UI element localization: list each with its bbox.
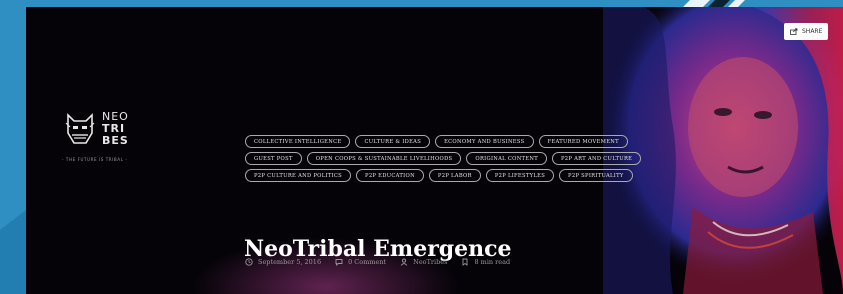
- meta-comments-text: 0 Comment: [348, 258, 387, 266]
- share-label: SHARE: [802, 28, 823, 35]
- meta-author-text: NeoTribes: [413, 258, 448, 266]
- tag-economy-business[interactable]: Economy and Business: [435, 135, 534, 148]
- tag-p2p-labor[interactable]: P2P Labor: [428, 169, 481, 182]
- logo-tagline: - THE FUTURE IS TRIBAL -: [62, 157, 128, 162]
- share-button[interactable]: SHARE: [784, 23, 829, 40]
- meta-date-text: September 5, 2016: [258, 258, 322, 266]
- tag-p2p-education[interactable]: P2P Education: [356, 169, 424, 182]
- user-icon: [400, 258, 408, 266]
- tag-p2p-art-culture[interactable]: P2P Art and Culture: [551, 152, 642, 165]
- tag-collective-intelligence[interactable]: Collective Intelligence: [245, 135, 351, 148]
- tag-p2p-culture-politics[interactable]: P2P Culture and Politics: [245, 169, 352, 182]
- meta-date: September 5, 2016: [245, 258, 321, 266]
- logo-word-bes: BES: [102, 134, 129, 147]
- tag-culture-ideas[interactable]: Culture & Ideas: [355, 135, 431, 148]
- clock-icon: [245, 258, 253, 266]
- page-frame: NEO TRI BES - THE FUTURE IS TRIBAL - SHA…: [0, 0, 843, 294]
- category-tags: Collective Intelligence Culture & Ideas …: [245, 135, 665, 182]
- meta-comments[interactable]: 0 Comment: [335, 258, 386, 266]
- share-icon: [790, 28, 798, 35]
- hero-banner: NEO TRI BES - THE FUTURE IS TRIBAL - SHA…: [26, 7, 843, 294]
- tag-original-content[interactable]: Original Content: [466, 152, 547, 165]
- tag-open-coops[interactable]: Open Coops & Sustainable Livelihoods: [306, 152, 462, 165]
- meta-author[interactable]: NeoTribes: [400, 258, 447, 266]
- article-meta: September 5, 2016 0 Comment NeoTribes 8 …: [245, 258, 510, 266]
- comment-icon: [335, 259, 343, 266]
- tag-featured-movement[interactable]: Featured Movement: [538, 135, 628, 148]
- neotribes-logo[interactable]: NEO TRI BES - THE FUTURE IS TRIBAL -: [62, 111, 144, 167]
- tag-guest-post[interactable]: Guest Post: [245, 152, 302, 165]
- bookmark-icon: [463, 258, 468, 266]
- tag-p2p-lifestyles[interactable]: P2P Lifestyles: [485, 169, 555, 182]
- logo-wordmark: NEO TRI BES: [102, 111, 129, 147]
- tag-p2p-spirituality[interactable]: P2P Spirituality: [559, 169, 633, 182]
- meta-read-time: 8 min read: [461, 258, 510, 266]
- tribal-mask-icon: [65, 113, 95, 144]
- meta-read-time-text: 8 min read: [474, 258, 511, 266]
